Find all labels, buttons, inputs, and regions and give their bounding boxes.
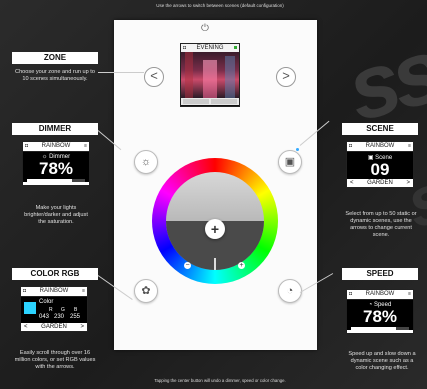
scene-button[interactable]: ▣ — [278, 150, 302, 174]
settings-icon: ≡ — [84, 143, 87, 149]
speed-lcd-header: RAINBOW — [365, 291, 395, 297]
mode-icon: ◘ — [349, 291, 353, 297]
scene-indicator-icon — [296, 148, 299, 151]
wheel-divider — [214, 258, 216, 270]
bottom-caption: Tapping the center button will undo a di… — [154, 378, 286, 383]
mode-icon: ◘ — [23, 288, 27, 294]
color-r-value: 043 — [39, 314, 50, 320]
color-next-arrow: > — [80, 324, 84, 330]
speed-button[interactable]: ◔ — [278, 279, 302, 303]
screen-status-icon — [234, 46, 237, 49]
scene-value: 09 — [370, 160, 390, 179]
screen-header: ◘ EVENING — [181, 44, 239, 52]
dimmer-lcd: ◘ RAINBOW ≡ ☼ Dimmer 78% — [22, 141, 90, 186]
screen-title: EVENING — [196, 45, 224, 51]
screen-footer — [181, 98, 239, 105]
color-r-label: R — [49, 307, 53, 313]
color-nav-label: GARDEN — [41, 324, 67, 330]
device-screen: ◘ EVENING — [180, 43, 240, 107]
scene-description: Select from up to 50 static or dynamic s… — [345, 211, 417, 238]
scene-lcd-header: RAINBOW — [365, 143, 395, 149]
increase-button[interactable]: + — [238, 262, 245, 269]
mode-icon: ◘ — [349, 143, 353, 149]
speed-description: Speed up and slow down a dynamic scene s… — [348, 351, 416, 371]
dimmer-description: Make your lights brighter/darker and adj… — [24, 205, 88, 225]
center-undo-button[interactable]: + — [205, 219, 225, 239]
color-b-label: B — [74, 307, 78, 313]
mode-icon: ◘ — [25, 143, 29, 149]
settings-icon: ≡ — [408, 143, 411, 149]
scene-next-arrow: > — [406, 180, 410, 186]
color-prev-arrow: < — [24, 324, 28, 330]
zone-connector-line — [98, 72, 144, 73]
dimmer-title: DIMMER — [12, 123, 98, 135]
speed-title: SPEED — [342, 268, 418, 280]
color-description: Easily scroll through over 16 million co… — [14, 350, 96, 370]
scene-lcd: ◘ RAINBOW ≡ ▣ Scene 09 < GARDEN > — [346, 141, 414, 188]
settings-icon: ≡ — [82, 288, 85, 294]
speed-progress — [351, 327, 409, 330]
top-caption: Use the arrows to switch between scenes … — [156, 3, 284, 8]
screen-mode-icon: ◘ — [183, 45, 187, 51]
speed-lcd: ◘ RAINBOW ≡ ◔ Speed 78% — [346, 289, 414, 334]
color-sub-label: Color — [39, 299, 54, 305]
prev-scene-button[interactable]: < — [144, 67, 164, 87]
sun-icon: ☼ — [140, 156, 152, 168]
dimmer-progress — [27, 179, 85, 182]
power-icon[interactable]: ⏻ — [200, 24, 210, 34]
settings-icon: ≡ — [408, 291, 411, 297]
color-g-value: 230 — [54, 314, 65, 320]
next-scene-button[interactable]: > — [276, 67, 296, 87]
color-g-label: G — [61, 307, 65, 313]
scene-prev-arrow: < — [350, 180, 354, 186]
decrease-button[interactable]: − — [184, 262, 191, 269]
zone-description: Choose your zone and run up to 10 scenes… — [15, 69, 95, 82]
color-swatch — [24, 301, 36, 314]
color-title: COLOR RGB — [12, 268, 98, 280]
dimmer-button[interactable]: ☼ — [134, 150, 158, 174]
scene-preview-image — [181, 52, 239, 98]
palette-icon: ✿ — [141, 285, 151, 297]
scene-icon: ▣ — [284, 156, 296, 168]
dimmer-progress-fill — [27, 179, 73, 182]
color-b-value: 255 — [70, 314, 81, 320]
color-button[interactable]: ✿ — [134, 279, 158, 303]
speedometer-icon: ◔ — [286, 285, 294, 297]
color-lcd: ◘ RAINBOW ≡ Color R G B 043 230 255 < GARDE… — [20, 286, 88, 332]
zone-title: ZONE — [12, 52, 98, 64]
dimmer-lcd-header: RAINBOW — [41, 143, 71, 149]
color-lcd-header: RAINBOW — [39, 288, 69, 294]
dimmer-value: 78% — [38, 159, 74, 178]
speed-progress-fill — [351, 327, 397, 330]
scene-title: SCENE — [342, 123, 418, 135]
speed-value: 78% — [362, 307, 398, 326]
scene-nav-label: GARDEN — [367, 180, 393, 186]
